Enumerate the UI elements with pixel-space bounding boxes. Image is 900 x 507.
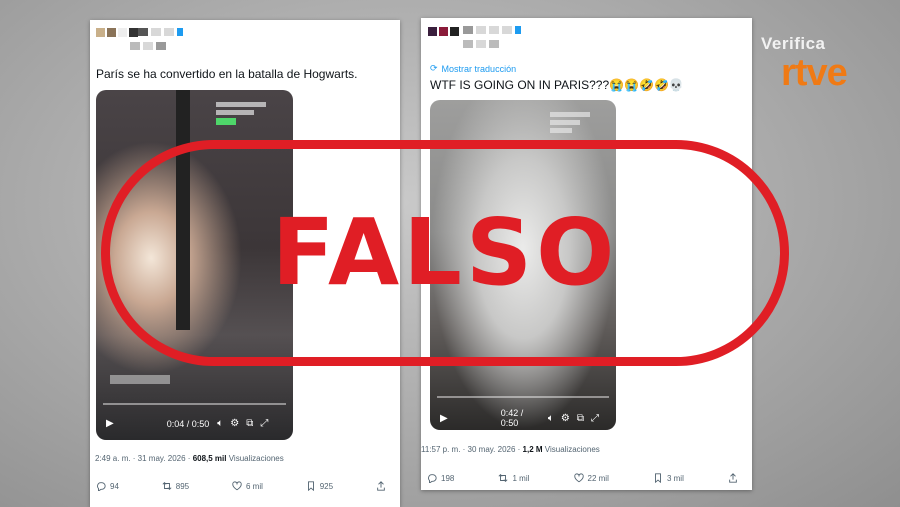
repost-icon	[162, 482, 172, 490]
tweet-meta: 11:57 p. m. · 30 may. 2026 · 1,2 M Visua…	[421, 445, 600, 454]
bookmark-count: 3 mil	[666, 473, 684, 483]
play-icon[interactable]: ▶	[440, 413, 448, 424]
username-blurred[interactable]	[463, 26, 521, 34]
views-label: Visualizaciones	[226, 454, 284, 463]
repost-icon	[498, 474, 508, 482]
reply-icon	[97, 482, 106, 491]
video-watermark-blurred	[550, 112, 590, 133]
falso-stamp-label: FALSO	[271, 199, 619, 306]
video-progress-bar[interactable]	[437, 396, 609, 398]
settings-icon[interactable]: ⚙︎	[230, 418, 239, 429]
fullscreen-icon[interactable]: ⤢	[591, 413, 599, 424]
avatar[interactable]	[428, 27, 459, 36]
like-count: 22 mil	[587, 473, 609, 483]
show-translation-link[interactable]: ⟳ Mostrar traducción	[430, 63, 516, 74]
bookmark-icon	[655, 473, 661, 483]
share-button[interactable]	[376, 481, 386, 491]
settings-icon[interactable]: ⚙︎	[561, 413, 570, 424]
repost-button[interactable]: 1 mil	[498, 473, 529, 483]
handle-blurred	[130, 42, 166, 50]
video-controls: ▶ 0:42 / 0:50 🔈︎ ⚙︎ ⧉ ⤢	[430, 408, 616, 428]
falso-stamp: FALSO	[101, 140, 789, 366]
video-progress-bar[interactable]	[103, 403, 286, 405]
heart-icon	[232, 481, 242, 491]
views-count: 608,5 mil	[192, 454, 227, 463]
volume-icon[interactable]: 🔈︎	[548, 413, 554, 424]
captions-icon[interactable]: ⧉	[577, 413, 584, 424]
reply-count: 198	[441, 473, 455, 483]
rtve-logo: rtve	[781, 52, 848, 94]
captions-icon[interactable]: ⧉	[246, 418, 253, 429]
tweet-actions: 198 1 mil 22 mil 3 mil	[421, 473, 752, 483]
handle-blurred	[463, 40, 499, 48]
share-icon	[729, 473, 737, 483]
volume-icon[interactable]: 🔈︎	[217, 418, 223, 429]
video-controls: ▶ 0:04 / 0:50 🔈︎ ⚙︎ ⧉ ⤢	[96, 418, 293, 429]
tweet-meta: 2:49 a. m. · 31 may. 2026 · 608,5 mil Vi…	[95, 454, 284, 463]
views-label: Visualizaciones	[542, 445, 600, 454]
avatar[interactable]	[96, 28, 138, 37]
share-button[interactable]	[728, 473, 738, 483]
like-button[interactable]: 22 mil	[573, 473, 609, 483]
reply-icon	[428, 474, 437, 483]
translate-icon: ⟳	[430, 63, 438, 73]
video-caption-blurred	[110, 375, 170, 384]
bookmark-button[interactable]: 3 mil	[653, 473, 684, 483]
repost-count: 895	[175, 481, 190, 491]
like-count: 6 mil	[245, 481, 263, 491]
video-watermark-blurred	[216, 102, 266, 125]
repost-button[interactable]: 895	[162, 481, 189, 491]
video-time: 0:04 / 0:50	[166, 418, 210, 429]
like-button[interactable]: 6 mil	[232, 481, 263, 491]
reply-count: 94	[110, 481, 119, 491]
username-blurred[interactable]	[138, 28, 183, 36]
repost-count: 1 mil	[512, 473, 530, 483]
tweet-text: París se ha convertido en la batalla de …	[96, 67, 358, 81]
verifica-logo-text: Verifica	[761, 34, 826, 53]
heart-icon	[573, 473, 584, 483]
reply-button[interactable]: 198	[427, 473, 454, 483]
fullscreen-icon[interactable]: ⤢	[260, 418, 268, 429]
video-time: 0:42 / 0:50	[500, 408, 524, 428]
play-icon[interactable]: ▶	[106, 418, 114, 429]
share-icon	[377, 481, 385, 491]
tweet-text: WTF IS GOING ON IN PARIS???😭😭🤣🤣💀	[430, 78, 684, 92]
tweet-actions: 94 895 6 mil 925	[90, 481, 400, 491]
tweet-timestamp[interactable]: 2:49 a. m. · 31 may. 2026 ·	[95, 454, 193, 463]
bookmark-count: 925	[319, 481, 334, 491]
tweet-timestamp[interactable]: 11:57 p. m. · 30 may. 2026 ·	[421, 445, 523, 454]
views-count: 1,2 M	[522, 445, 543, 454]
bookmark-button[interactable]: 925	[306, 481, 333, 491]
bookmark-icon	[307, 481, 314, 491]
show-translation-label: Mostrar traducción	[441, 63, 517, 74]
reply-button[interactable]: 94	[96, 481, 119, 491]
